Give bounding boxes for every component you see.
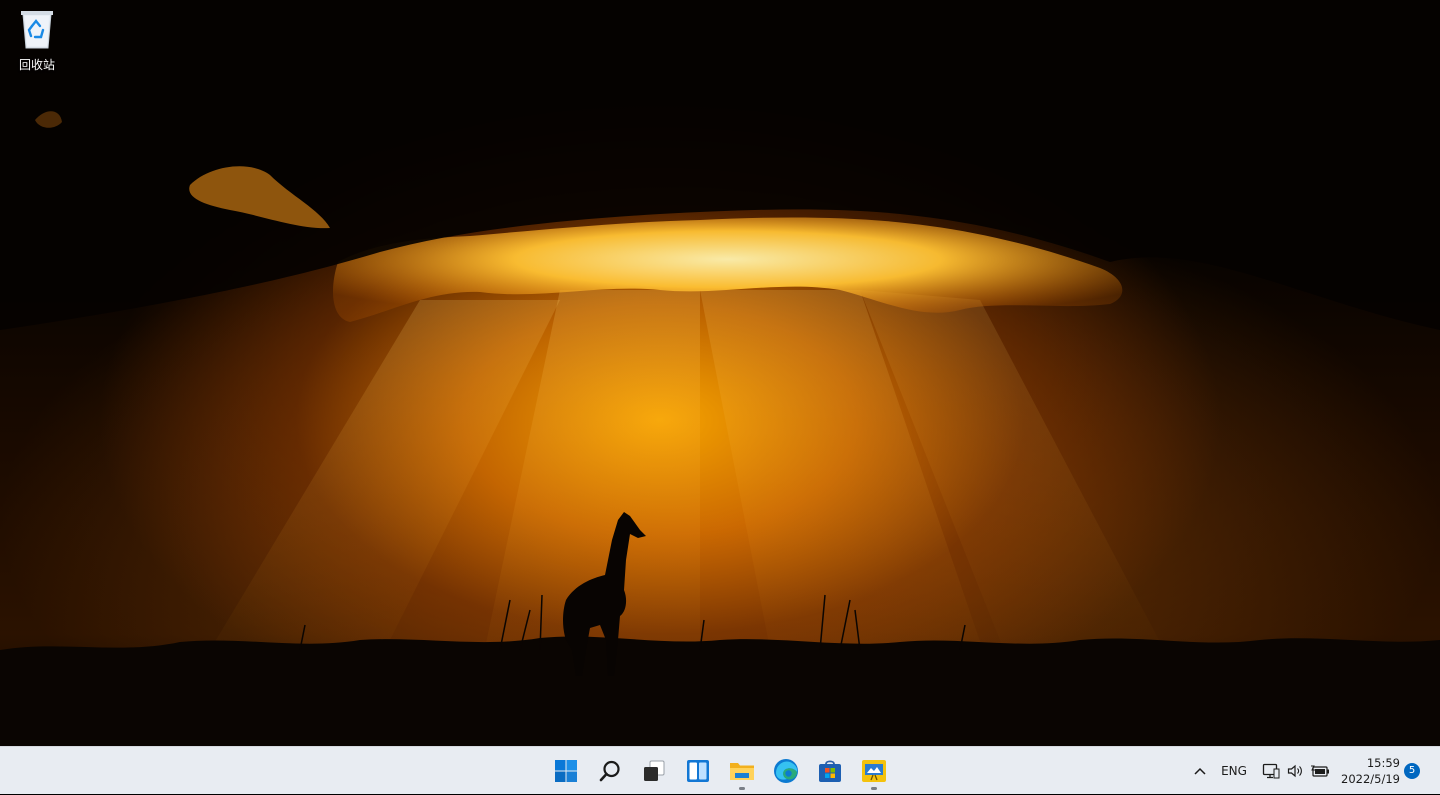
desktop-wallpaper (0, 0, 1440, 746)
show-hidden-icons-button[interactable] (1188, 747, 1212, 795)
folder-icon (730, 763, 754, 780)
task-view-icon (644, 760, 665, 781)
taskbar: ENG 15:59 2022/5/19 5 (0, 746, 1440, 794)
search-icon (599, 760, 620, 782)
speaker-icon (1287, 764, 1302, 778)
running-indicator (739, 787, 745, 790)
network-icon (1262, 763, 1280, 779)
clock-time: 15:59 (1366, 756, 1400, 770)
edge-browser-icon (774, 759, 798, 783)
battery-status[interactable] (1308, 747, 1332, 795)
start-button[interactable] (546, 751, 586, 791)
wallpaper-scene (0, 0, 1440, 746)
search-button[interactable] (590, 751, 630, 791)
clock-date: 2022/5/19 (1341, 772, 1400, 786)
chevron-up-icon (1194, 767, 1206, 775)
input-language-indicator[interactable]: ENG (1216, 747, 1252, 795)
store-button[interactable] (810, 751, 850, 791)
presentation-icon (862, 760, 886, 782)
windows-start-icon (555, 760, 577, 782)
recycle-bin-icon (21, 11, 53, 49)
widgets-icon (687, 760, 709, 782)
widgets-button[interactable] (678, 751, 718, 791)
volume-control[interactable] (1285, 747, 1305, 795)
notification-badge[interactable]: 5 (1404, 763, 1420, 779)
running-indicator (871, 787, 877, 790)
task-view-button[interactable] (634, 751, 674, 791)
battery-charging-icon (1311, 765, 1329, 777)
system-clock[interactable]: 15:59 2022/5/19 (1330, 755, 1400, 787)
desktop-icon-label: 回收站 (18, 58, 55, 72)
edge-browser-button[interactable] (766, 751, 806, 791)
store-icon (819, 760, 841, 782)
presentation-app-button[interactable] (854, 751, 894, 791)
desktop-icon-recycle-bin[interactable]: 回收站 (6, 6, 68, 78)
file-explorer-button[interactable] (722, 751, 762, 791)
language-label: ENG (1221, 764, 1247, 778)
network-status[interactable] (1260, 747, 1282, 795)
